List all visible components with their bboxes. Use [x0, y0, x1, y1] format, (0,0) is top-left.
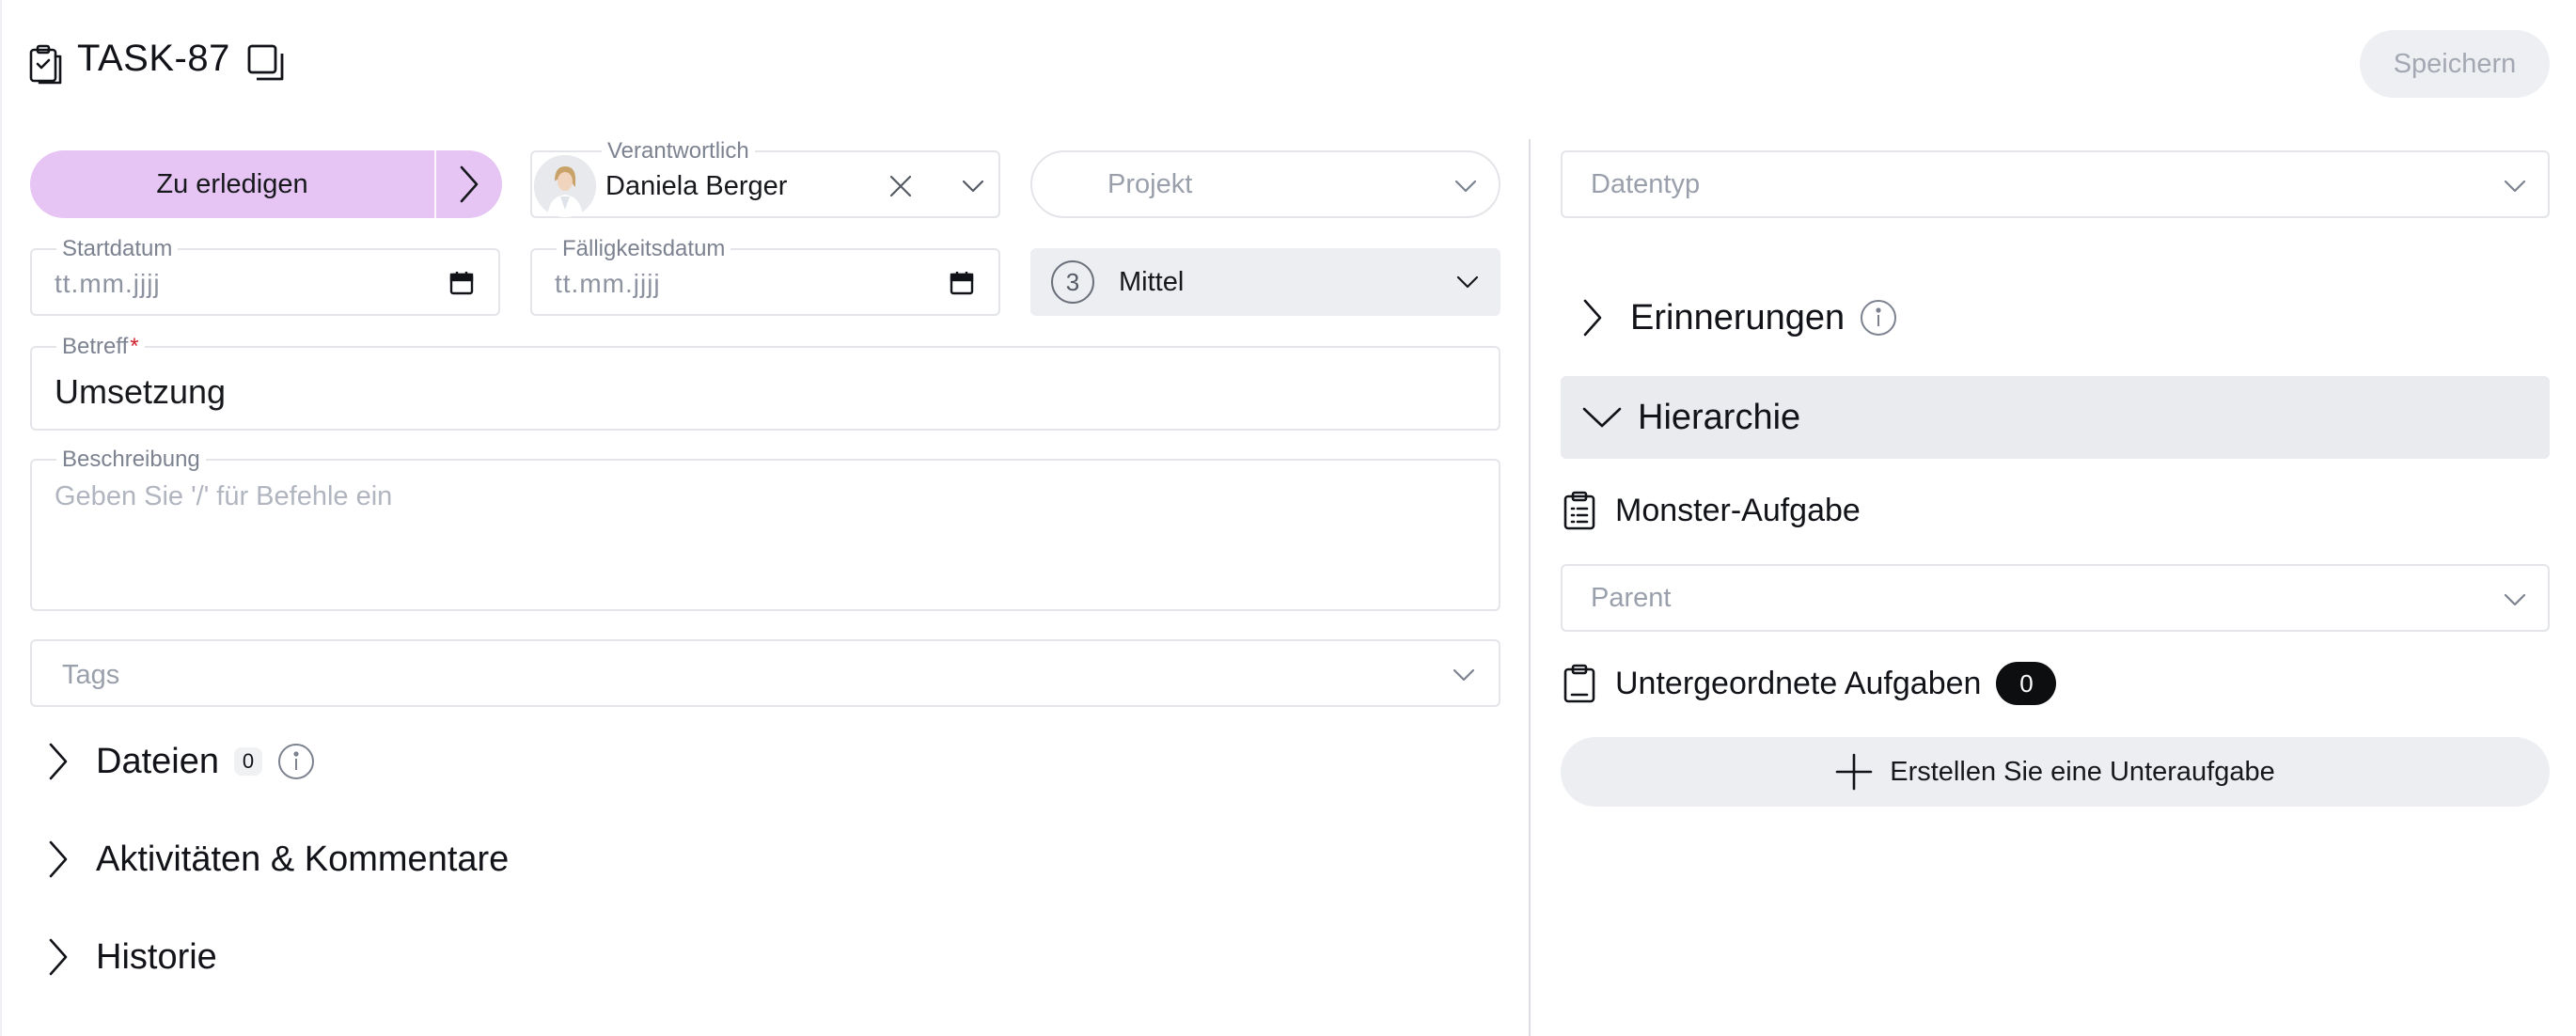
clipboard-list-icon — [1563, 491, 1595, 530]
tags-select[interactable]: Tags — [30, 639, 1500, 707]
description-placeholder: Geben Sie '/' für Befehle ein — [55, 481, 393, 511]
files-count-badge: 0 — [233, 747, 262, 776]
section-reminders[interactable]: Erinnerungen — [1581, 297, 1897, 338]
datatype-select[interactable]: Datentyp — [1561, 150, 2550, 218]
start-date-placeholder: tt.mm.jjjj — [55, 269, 161, 298]
plus-icon — [1835, 753, 1873, 791]
info-icon[interactable] — [277, 743, 315, 780]
due-date-placeholder: tt.mm.jjjj — [555, 269, 661, 298]
section-files[interactable]: Dateien 0 — [47, 741, 315, 782]
chevron-right-icon — [49, 743, 68, 780]
section-hierarchy-title: Hierarchie — [1638, 397, 1801, 437]
section-reminders-title: Erinnerungen — [1630, 297, 1846, 337]
parent-select[interactable]: Parent — [1561, 564, 2550, 632]
parent-placeholder: Parent — [1591, 583, 1672, 613]
required-mark: * — [130, 334, 139, 359]
save-button[interactable]: Speichern — [2360, 30, 2550, 98]
due-date-field[interactable]: Fälligkeitsdatum tt.mm.jjjj — [530, 237, 1000, 316]
datatype-placeholder: Datentyp — [1591, 169, 1701, 199]
chevron-right-icon — [1583, 299, 1602, 337]
chevron-down-icon[interactable] — [1455, 275, 1480, 290]
close-icon[interactable] — [889, 175, 912, 197]
due-date-label: Fälligkeitsdatum — [557, 237, 731, 261]
priority-value: Mittel — [1119, 267, 1185, 297]
subject-label-text: Betreff — [62, 334, 129, 359]
clipboard-task-icon — [28, 43, 64, 85]
description-field[interactable]: Beschreibung Geben Sie '/' für Befehle e… — [30, 447, 1500, 611]
chevron-down-icon — [1582, 407, 1622, 428]
subtasks-count-badge: 0 — [1996, 662, 2057, 705]
chevron-down-icon[interactable] — [2503, 592, 2527, 607]
parent-task-header: Monster-Aufgabe — [1563, 491, 1861, 530]
create-subtask-button[interactable]: Erstellen Sie eine Unteraufgabe — [1561, 737, 2550, 807]
calendar-icon[interactable] — [950, 271, 974, 295]
status-button[interactable]: Zu erledigen — [30, 150, 502, 218]
section-files-title: Dateien — [96, 741, 219, 781]
start-date-field[interactable]: Startdatum tt.mm.jjjj — [30, 237, 500, 316]
copy-icon[interactable] — [246, 43, 286, 83]
project-placeholder: Projekt — [1107, 169, 1193, 199]
subject-field[interactable]: Betreff* Umsetzung — [30, 335, 1500, 431]
assignee-select[interactable]: Verantwortlich Daniela Berger — [530, 139, 1000, 218]
window-edge — [0, 0, 2, 1036]
subject-label: Betreff* — [56, 335, 145, 359]
priority-level-badge: 3 — [1051, 260, 1094, 304]
calendar-icon[interactable] — [449, 271, 474, 295]
status-label[interactable]: Zu erledigen — [30, 150, 434, 218]
create-subtask-label: Erstellen Sie eine Unteraufgabe — [1890, 756, 2275, 787]
status-separator — [434, 150, 436, 218]
info-icon[interactable] — [1860, 299, 1897, 337]
subtasks-label: Untergeordnete Aufgaben — [1615, 665, 1982, 701]
chevron-down-icon[interactable] — [1453, 179, 1478, 194]
tags-placeholder: Tags — [62, 660, 120, 690]
description-label: Beschreibung — [56, 447, 206, 472]
assignee-name: Daniela Berger — [605, 171, 788, 201]
chevron-right-icon — [49, 840, 68, 878]
priority-select[interactable]: 3 Mittel — [1030, 248, 1500, 316]
assignee-label: Verantwortlich — [602, 139, 755, 164]
start-date-label: Startdatum — [56, 237, 179, 261]
project-select[interactable]: Projekt — [1030, 150, 1500, 218]
avatar — [534, 155, 596, 217]
chevron-right-icon — [460, 165, 479, 203]
section-history[interactable]: Historie — [47, 936, 217, 978]
parent-task-label: Monster-Aufgabe — [1615, 492, 1861, 528]
column-divider — [1529, 139, 1531, 1036]
task-id-title: TASK-87 — [77, 38, 230, 79]
chevron-right-icon — [49, 938, 68, 976]
subject-value[interactable]: Umsetzung — [55, 372, 226, 412]
section-history-title: Historie — [96, 936, 217, 977]
clipboard-icon — [1563, 664, 1595, 703]
chevron-down-icon[interactable] — [1452, 667, 1476, 683]
section-hierarchy[interactable]: Hierarchie — [1561, 376, 2550, 459]
subtasks-header: Untergeordnete Aufgaben 0 — [1563, 662, 2057, 705]
section-activities[interactable]: Aktivitäten & Kommentare — [47, 839, 509, 880]
section-activities-title: Aktivitäten & Kommentare — [96, 839, 510, 879]
chevron-down-icon[interactable] — [961, 179, 985, 194]
chevron-down-icon[interactable] — [2503, 179, 2527, 194]
next-status-button[interactable] — [436, 150, 502, 218]
